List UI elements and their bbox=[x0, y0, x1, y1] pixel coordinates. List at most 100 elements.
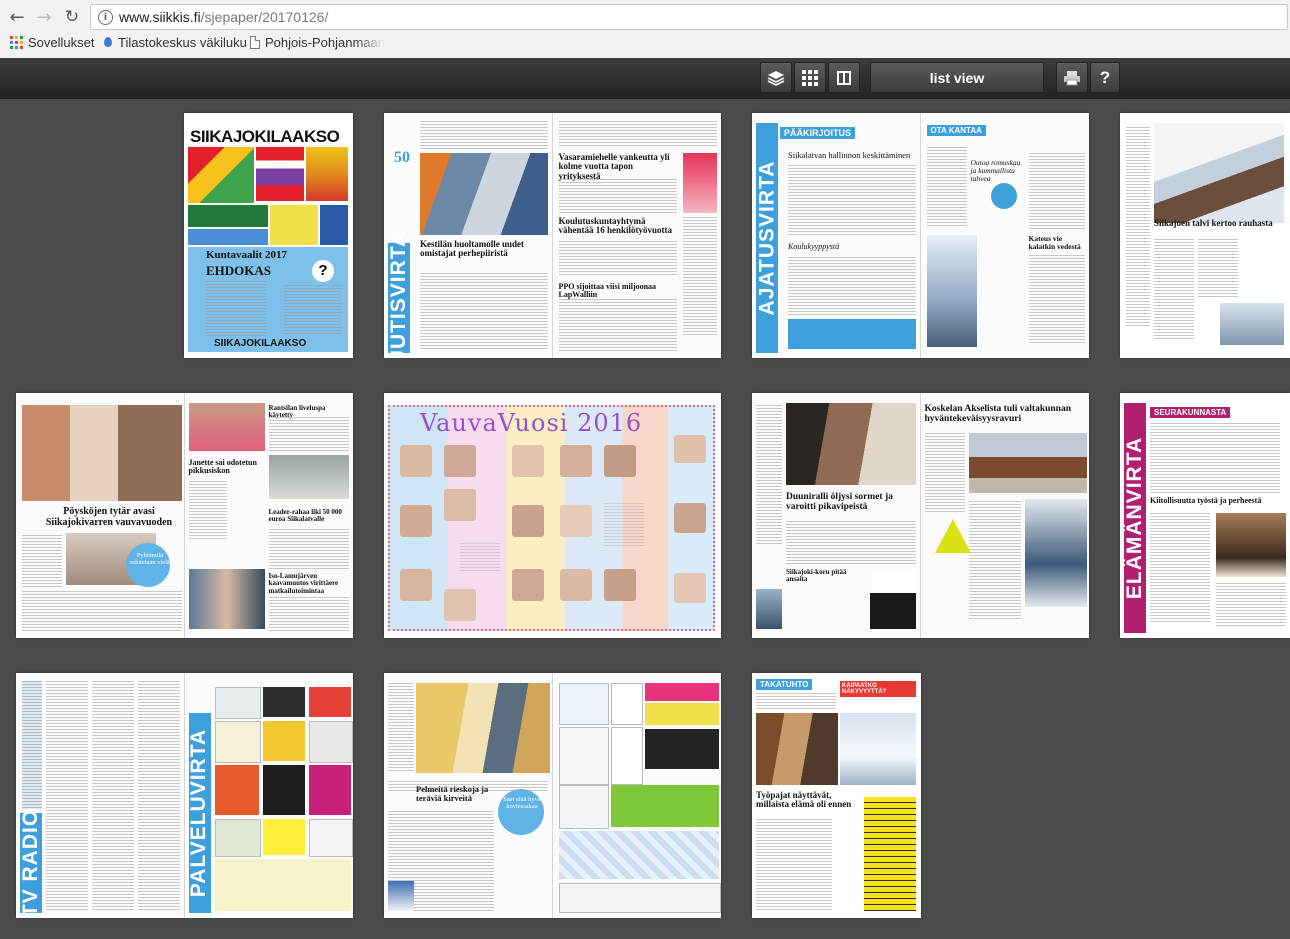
help-button[interactable]: ? bbox=[1090, 62, 1120, 93]
ad-block bbox=[256, 147, 304, 201]
page-thumbnail-12[interactable]: ELÄMÄNVIRTA SEURAKUNNASTA Kiitollisuutta… bbox=[1120, 393, 1290, 638]
ad-block bbox=[308, 721, 353, 763]
page-thumbnail-15-16[interactable]: Pelmeitä rieskoja ja teräviä kirveitä Sa… bbox=[384, 673, 721, 918]
forward-arrow-icon[interactable]: → bbox=[33, 6, 55, 28]
address-bar[interactable]: i www.siikkis.fi/sjepaper/20170126/ bbox=[90, 4, 1288, 30]
headline: Pyhtämilä odotetaan vielä bbox=[130, 552, 170, 566]
page-thumbnail-13-14[interactable]: TV RADIO PALVELUVIRTA bbox=[16, 673, 353, 918]
headline: Iso-Lamujärven kaavamuutos virittäere ma… bbox=[268, 572, 339, 595]
page-6: Pöysköjen tytär avasi Siikajokivarren va… bbox=[16, 393, 185, 638]
article-text bbox=[558, 241, 677, 277]
ad-block bbox=[270, 205, 318, 245]
ad-block bbox=[558, 727, 609, 785]
ad-block bbox=[262, 765, 305, 815]
page-thumbnail-10-11[interactable]: Duuniralli öljysi sormet ja varoitti pik… bbox=[752, 393, 1089, 638]
article-text bbox=[558, 121, 717, 147]
article-text bbox=[1154, 239, 1194, 339]
article-text bbox=[558, 179, 677, 213]
grid-view-button[interactable] bbox=[794, 62, 826, 93]
baby-photo bbox=[560, 505, 592, 537]
ad-block bbox=[214, 687, 261, 719]
article-text bbox=[1028, 255, 1085, 345]
bookmark-tilastokeskus[interactable]: Tilastokeskus väkiluku bbox=[103, 35, 247, 50]
section-label: TAKATUHTO bbox=[756, 679, 813, 690]
ad-block bbox=[308, 687, 351, 717]
headline: Kateus vie kalatkin vedestä bbox=[1028, 234, 1081, 251]
photo-children bbox=[22, 405, 182, 501]
anniversary-badge: 50 bbox=[394, 149, 410, 166]
ad-block bbox=[644, 703, 719, 725]
photo-man bbox=[1216, 513, 1286, 577]
ad-block bbox=[320, 205, 348, 245]
headline: Koskelan Akselista tuli valtakunnan hyvä… bbox=[924, 404, 1072, 424]
article-text bbox=[22, 535, 62, 587]
page-thumbnail-4-5[interactable]: AJATUSVIRTA PÄÄKIRJOITUS Siikalatvan hal… bbox=[752, 113, 1089, 358]
photo-small bbox=[388, 881, 414, 911]
page-thumbnail-2-3[interactable]: UUTISVIRTA 50 Kestilän huoltamolle uudet… bbox=[384, 113, 721, 358]
single-page-icon bbox=[837, 70, 851, 85]
single-page-button[interactable] bbox=[828, 62, 860, 93]
section-band: ELÄMÄNVIRTA bbox=[1123, 403, 1147, 633]
ad-block bbox=[188, 147, 254, 203]
front-text bbox=[284, 285, 342, 335]
ad-block bbox=[558, 683, 609, 725]
section-band-label: AJATUSVIRTA bbox=[755, 160, 778, 316]
section-band-label: UUTISVIRTA bbox=[387, 230, 411, 358]
list-view-button[interactable]: list view bbox=[870, 62, 1044, 93]
baby-photo bbox=[560, 445, 592, 477]
ad-block bbox=[308, 765, 351, 815]
bookmark-apps[interactable]: Sovellukset bbox=[10, 35, 94, 50]
page-thumbnail-17[interactable]: TAKATUHTO KAIPAATKO NÄKYVYYTTÄ? Työpajat… bbox=[752, 673, 921, 918]
page-2: UUTISVIRTA 50 Kestilän huoltamolle uudet… bbox=[384, 113, 553, 358]
page-thumbnail-8-9[interactable]: VauvaVuosi 2016 bbox=[384, 393, 721, 638]
promo-banner bbox=[788, 319, 916, 349]
article-text bbox=[188, 481, 227, 541]
baby-photo bbox=[400, 569, 432, 601]
page-thumbnail-6-7[interactable]: Pöysköjen tytär avasi Siikajokivarren va… bbox=[16, 393, 353, 638]
photo-winter-woman bbox=[1154, 123, 1284, 223]
page-thumbnail-6[interactable]: Siikajoen talvi kertoo rauhasta bbox=[1120, 113, 1290, 358]
reflector-triangle bbox=[934, 519, 971, 553]
reload-icon[interactable]: ↻ bbox=[61, 6, 83, 28]
article-text bbox=[1198, 239, 1238, 299]
page-thumbnail-1[interactable]: SIIKAJOKILAAKSO Kuntavaalit 2017 EHDOKAS… bbox=[184, 113, 353, 358]
headline: PPO sijoittaa viisi miljoonaa LapWalliin bbox=[558, 282, 657, 300]
tv-listing bbox=[92, 681, 134, 911]
headline: Siikalatvan hallinnon keskittäminen bbox=[788, 150, 911, 160]
baby-photo bbox=[444, 589, 476, 621]
ad-block bbox=[682, 153, 717, 213]
baby-photo bbox=[512, 569, 544, 601]
section-band: UUTISVIRTA bbox=[387, 231, 410, 358]
headline: Siikajoki-koru pitää ansaita bbox=[786, 568, 847, 584]
bookmark-fade bbox=[355, 33, 385, 53]
ad-block bbox=[214, 859, 351, 911]
url-text[interactable]: www.siikkis.fi/sjepaper/20170126/ bbox=[119, 9, 328, 25]
logo-circle bbox=[990, 183, 1017, 209]
info-icon[interactable]: i bbox=[98, 10, 113, 25]
vauvavuosi-title: VauvaVuosi 2016 bbox=[420, 409, 643, 437]
section-band-label: ELÄMÄNVIRTA bbox=[1123, 436, 1147, 600]
ad-block bbox=[610, 683, 643, 725]
section-band: PALVELUVIRTA bbox=[187, 713, 211, 913]
article-text bbox=[1216, 583, 1286, 627]
photo-wolf bbox=[268, 455, 349, 499]
bookmark-label: Sovellukset bbox=[28, 35, 95, 50]
ad-block bbox=[214, 721, 261, 763]
photo-girl bbox=[188, 403, 265, 451]
front-footer: SIIKAJOKILAAKSO bbox=[214, 338, 307, 349]
article-text bbox=[268, 417, 349, 451]
page-14: PALVELUVIRTA bbox=[184, 673, 353, 918]
section-band-label: PALVELUVIRTA bbox=[187, 728, 211, 898]
back-arrow-icon[interactable]: ← bbox=[6, 6, 28, 28]
ad-block bbox=[262, 721, 305, 761]
layers-button[interactable] bbox=[760, 62, 792, 93]
article-text bbox=[22, 591, 182, 631]
front-masthead: SIIKAJOKILAAKSO bbox=[190, 127, 340, 146]
ad-block bbox=[214, 819, 261, 857]
ad-header: KAIPAATKO NÄKYVYYTTÄ? bbox=[840, 681, 916, 697]
ad-block bbox=[610, 785, 719, 827]
section-band: AJATUSVIRTA bbox=[755, 123, 778, 353]
ad-block bbox=[188, 229, 268, 245]
article-text bbox=[420, 121, 548, 149]
print-button[interactable] bbox=[1056, 62, 1088, 93]
